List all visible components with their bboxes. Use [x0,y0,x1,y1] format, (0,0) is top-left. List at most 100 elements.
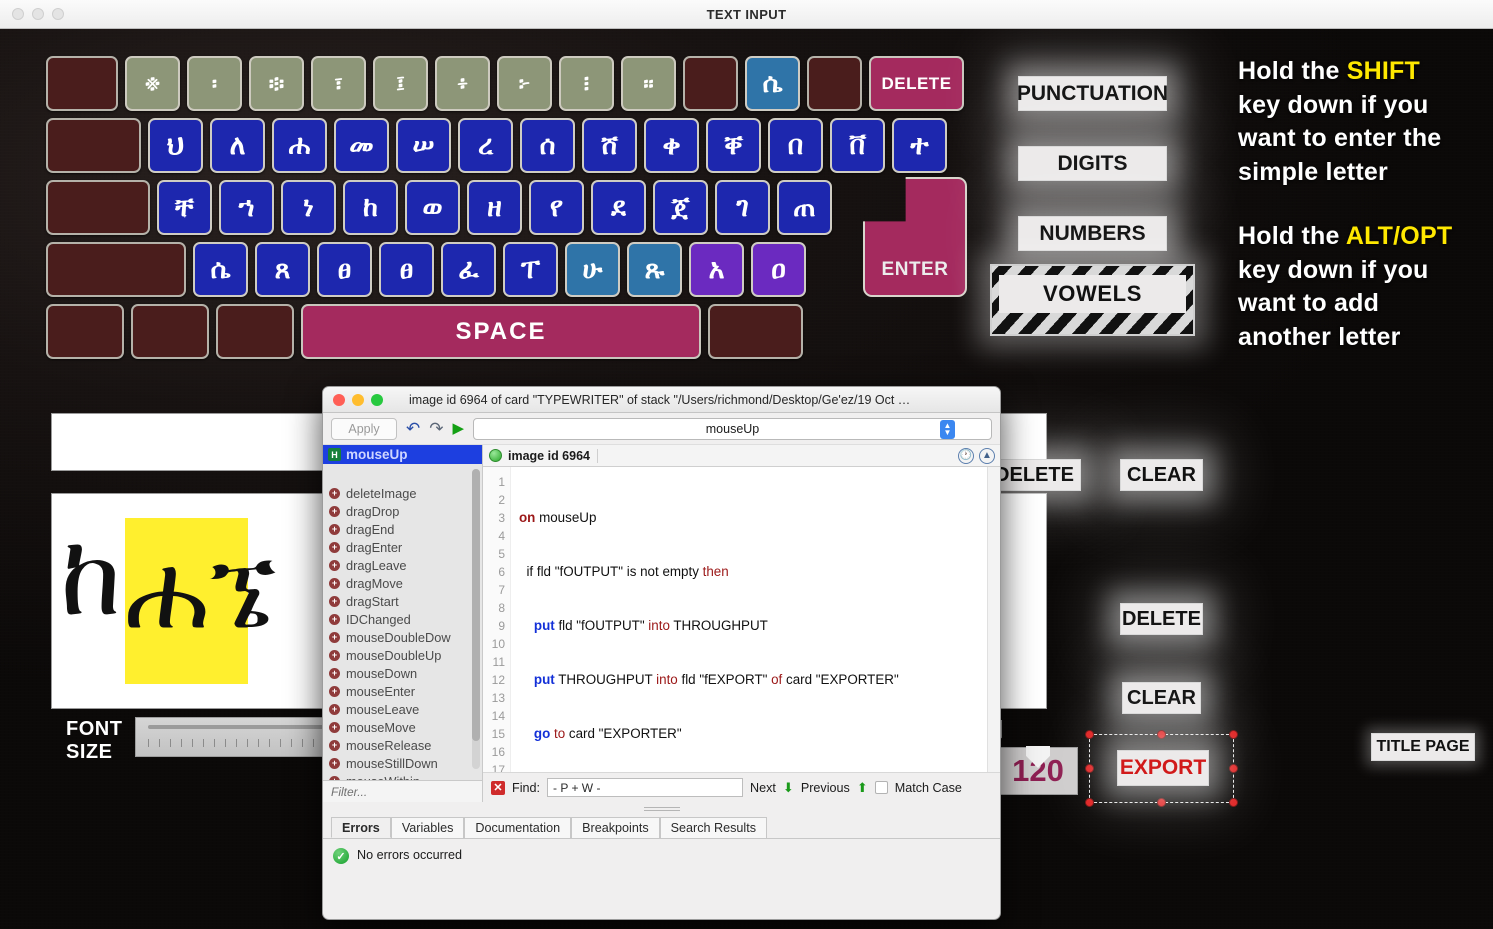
key-letter[interactable]: ፀ [379,242,434,297]
add-icon[interactable]: + [329,667,340,679]
zoom-icon[interactable] [371,394,383,406]
key-letter[interactable]: ወ [405,180,460,235]
key-letter[interactable]: ፀ [317,242,372,297]
key-letter[interactable]: ገ [715,180,770,235]
export-button[interactable]: EXPORT [1117,750,1209,786]
splitter-grip-icon[interactable] [643,805,680,811]
key-punct[interactable]: ፧ [559,56,614,111]
clear-top-button[interactable]: CLEAR [1120,459,1203,491]
add-icon[interactable]: + [329,757,340,769]
handler-item[interactable]: + mouseEnter [323,682,482,700]
key-letter[interactable]: ዐ [751,242,806,297]
find-next-label[interactable]: Next [750,781,776,795]
handler-filter-input[interactable]: Filter... [323,780,482,802]
punctuation-button[interactable]: PUNCTUATION [1017,76,1168,111]
redo-icon[interactable]: ↷ [429,420,443,437]
resize-handle[interactable] [1229,730,1238,739]
handler-item[interactable]: + dragEnter [323,538,482,556]
chevron-up-icon[interactable]: ▲ [979,447,995,464]
add-icon[interactable]: + [329,559,340,571]
minimize-icon[interactable] [352,394,364,406]
key-punct[interactable]: ፨ [249,56,304,111]
chevron-updown-icon[interactable]: ▲ ▼ [940,419,955,439]
handler-item[interactable]: + dragDrop [323,502,482,520]
add-icon[interactable]: + [329,721,340,733]
key-punct[interactable]: ፥ [435,56,490,111]
key-letter[interactable]: ሸ [582,118,637,173]
window-traffic-lights[interactable] [12,8,64,20]
key-letter[interactable]: በ [768,118,823,173]
key-letter[interactable]: ተ [892,118,947,173]
handler-item[interactable]: + mouseLeave [323,700,482,718]
key-letter[interactable]: ጠ [777,180,832,235]
handler-item[interactable]: + mouseStillDown [323,754,482,772]
find-input[interactable]: - P + W - [547,778,743,797]
key-punct[interactable]: ፠ [125,56,180,111]
resize-handle[interactable] [1229,763,1238,773]
close-icon[interactable] [12,8,24,20]
add-icon[interactable]: + [329,541,340,553]
arrow-up-icon[interactable]: ⬆ [857,780,868,796]
handler-item[interactable]: + mouseMove [323,718,482,736]
key-punct[interactable]: ፡ [187,56,242,111]
handler-item[interactable]: + dragStart [323,592,482,610]
match-case-checkbox[interactable] [874,781,888,794]
zoom-icon[interactable] [52,8,64,20]
code-text[interactable]: on mouseUp if fld "fOUTPUT" is not empty… [511,467,987,772]
scrollbar-thumb[interactable] [472,469,480,741]
resize-handle[interactable] [1229,798,1238,807]
run-icon[interactable]: ▶ [453,421,465,436]
vowels-button[interactable]: VOWELS [990,264,1195,336]
digits-button[interactable]: DIGITS [1018,146,1167,181]
add-icon[interactable]: + [329,739,340,751]
key-letter[interactable]: ከ [343,180,398,235]
key-letter[interactable]: ደ [591,180,646,235]
key-letter[interactable]: ሐ [272,118,327,173]
key-letter[interactable]: ቨ [830,118,885,173]
resize-handle[interactable] [1156,798,1166,807]
resize-handle[interactable] [1085,730,1094,739]
key-letter[interactable]: ፐ [503,242,558,297]
handler-item[interactable]: + mouseDoubleUp [323,646,482,664]
clear-bottom-button[interactable]: CLEAR [1122,682,1201,714]
key-letter[interactable]: ህ [148,118,203,173]
add-icon[interactable]: + [329,631,340,643]
splitter[interactable] [323,802,1000,814]
key-letter[interactable]: ሠ [396,118,451,173]
key-letter[interactable]: የ [529,180,584,235]
apply-button[interactable]: Apply [331,417,397,440]
handler-item[interactable]: + dragLeave [323,556,482,574]
handler-dropdown[interactable]: mouseUp ▲ ▼ [473,417,992,440]
key-punct[interactable]: ፣ [311,56,366,111]
undo-icon[interactable]: ↶ [406,420,420,437]
key-delete[interactable]: DELETE [869,56,964,111]
handler-item-selected[interactable]: H mouseUp [323,445,482,464]
key-punct[interactable]: ። [621,56,676,111]
key-letter[interactable]: ሴ [193,242,248,297]
breadcrumb-actions[interactable]: 🕐 ▲ [958,447,995,464]
add-icon[interactable]: + [329,613,340,625]
script-editor-traffic-lights[interactable] [333,394,383,406]
key-punct[interactable]: ፦ [497,56,552,111]
handler-item[interactable]: + mouseDown [323,664,482,682]
key-punct[interactable]: ፤ [373,56,428,111]
key-letter[interactable]: ፈ [441,242,496,297]
key-letter[interactable]: ጀ [653,180,708,235]
history-clock-icon[interactable]: 🕐 [958,447,974,464]
key-space[interactable]: SPACE [301,304,701,359]
key-letter[interactable]: ረ [458,118,513,173]
handler-item[interactable]: + mouseDoubleDow [323,628,482,646]
key-letter[interactable]: ለ [210,118,265,173]
add-icon[interactable]: + [329,523,340,535]
key-letter[interactable]: ዘ [467,180,522,235]
add-icon[interactable]: + [329,595,340,607]
find-previous-label[interactable]: Previous [801,781,850,795]
key-letter[interactable]: ቀ [644,118,699,173]
tab-variables[interactable]: Variables [390,817,465,838]
minimize-icon[interactable] [32,8,44,20]
key-letter[interactable]: ቐ [706,118,761,173]
add-icon[interactable]: + [329,505,340,517]
close-find-icon[interactable]: ✕ [491,780,505,795]
title-page-button[interactable]: TITLE PAGE [1371,733,1475,761]
resize-handle[interactable] [1085,763,1094,773]
